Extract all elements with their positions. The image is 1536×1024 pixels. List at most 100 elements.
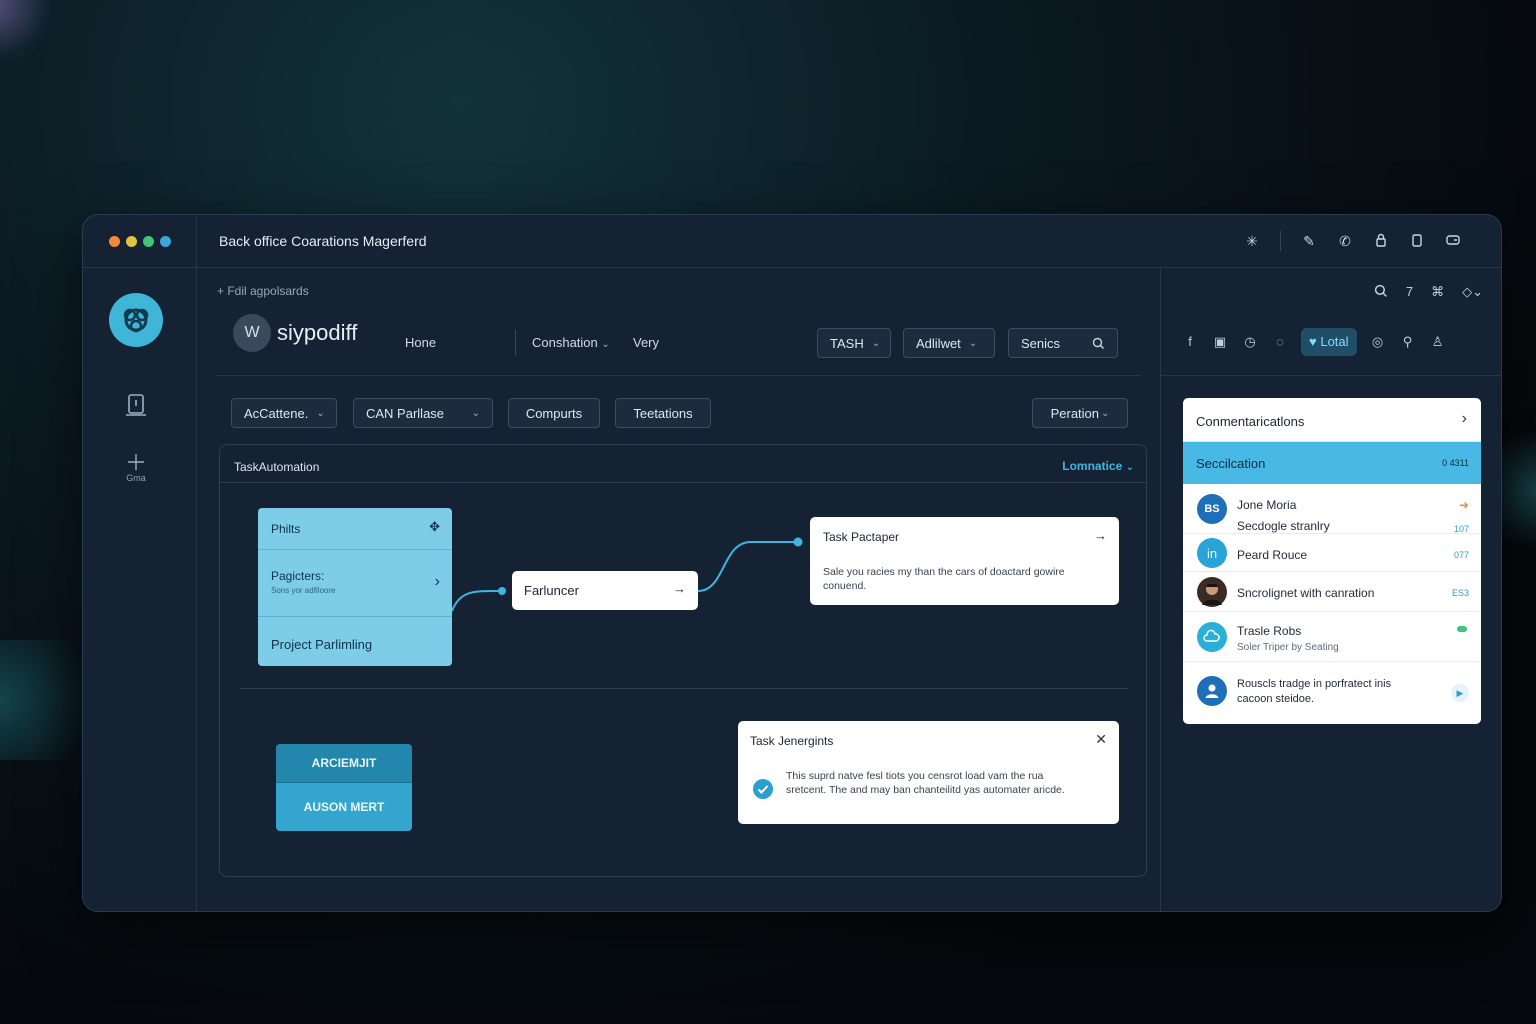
arrow-right-icon: → — [1094, 528, 1107, 543]
list-item[interactable]: Project Parlimling — [258, 617, 452, 666]
user-icon[interactable]: ♙ — [1429, 333, 1447, 351]
communications-card: Conmentaricatlons › Seccilcation 0 4311 … — [1183, 398, 1481, 724]
list-item[interactable]: Rouscls tradge in porfratect inis cacoon… — [1183, 662, 1481, 724]
row-sub: Secdogle stranlry — [1237, 519, 1330, 533]
filter-teetations[interactable]: Teetations — [615, 398, 711, 428]
asterisk-icon[interactable]: ✳ — [1244, 233, 1260, 249]
flow-node-list[interactable]: Philts ✥ Pagicters: Sons yor adfiloore ›… — [258, 508, 452, 666]
divider — [1280, 231, 1281, 251]
search-icon[interactable] — [1374, 284, 1388, 298]
chevron-right-icon: › — [1461, 410, 1467, 427]
avatar — [1197, 622, 1227, 652]
filter-label: Teetations — [633, 405, 693, 421]
chevron-down-icon: ⌄ — [316, 407, 325, 419]
filter-label: AcCattene. — [244, 405, 309, 421]
close-icon[interactable]: ✕ — [1095, 731, 1107, 748]
window-controls — [109, 236, 171, 247]
filter-label: CAN Parllase — [366, 405, 445, 421]
list-item[interactable]: Trasle Robs Soler Triper by Seating — [1183, 612, 1481, 662]
divider — [515, 330, 516, 356]
chevron-down-icon: ⌄ — [1101, 407, 1110, 419]
list-item[interactable]: Philts ✥ — [258, 508, 452, 550]
move-icon[interactable]: ✥ — [429, 519, 440, 535]
row-name: Jone Moria — [1237, 498, 1297, 512]
badge-icon[interactable] — [124, 392, 148, 424]
row-name: Sncrolignet with canration — [1237, 586, 1375, 600]
notice-card: Task Jenergints ✕ This suprd natve fesl … — [738, 721, 1119, 824]
card-header[interactable]: Conmentaricatlons › — [1183, 398, 1481, 442]
row-sub: Soler Triper by Seating — [1237, 642, 1339, 653]
link-icon[interactable] — [1445, 233, 1461, 249]
facebook-icon[interactable]: f — [1181, 333, 1199, 351]
filter-can-parllase[interactable]: CAN Parllase ⌄ — [353, 398, 493, 428]
tools-icon[interactable]: ✎ — [1301, 233, 1317, 249]
camera-icon[interactable]: ▣ — [1211, 333, 1229, 351]
window-dot[interactable] — [160, 236, 171, 247]
window-dot[interactable] — [143, 236, 154, 247]
filter-compurts[interactable]: Compurts — [508, 398, 600, 428]
tab-lotal[interactable]: ♥ Lotal — [1301, 328, 1357, 356]
filter-accattene[interactable]: AcCattene. ⌄ — [231, 398, 337, 428]
settings-icon[interactable]: ◇⌄ — [1462, 284, 1483, 300]
selected-meta: 0 4311 — [1442, 458, 1469, 468]
filter-peration[interactable]: Peration ⌄ — [1032, 398, 1128, 428]
app-window: Back office Coarations Magerferd ✳ ✎ ✆ G… — [82, 214, 1502, 912]
window-dot[interactable] — [109, 236, 120, 247]
count-label[interactable]: 7 — [1406, 284, 1413, 300]
chat-icon[interactable]: ◌ — [1271, 333, 1289, 351]
adlilwet-button[interactable]: Adlilwet ⌄ — [903, 328, 995, 358]
nav-item-conshation[interactable]: Conshation ⌄ — [532, 335, 610, 350]
chevron-right-icon: › — [434, 573, 440, 590]
auson-button[interactable]: AUSON MERT — [276, 782, 412, 831]
nav-item-very[interactable]: Very — [633, 335, 659, 350]
lock-icon[interactable] — [1373, 233, 1389, 249]
search-label: Senics — [1021, 335, 1061, 351]
flow-node-farluncer[interactable]: Farluncer → — [512, 571, 698, 610]
task-automation-panel: TaskAutomation Lomnatice ⌄ Philts ✥ Pagi… — [219, 444, 1147, 877]
right-sidebar: 7 ⌘ ◇⌄ f ▣ ◷ ◌ ♥ Lotal ◎ ⚲ ♙ Conmentaric… — [1160, 268, 1501, 911]
node-body: Sale you racies my than the cars of doac… — [823, 566, 1065, 592]
clipboard-icon[interactable] — [1409, 233, 1425, 249]
social-toolbar: f ▣ ◷ ◌ ♥ Lotal ◎ ⚲ ♙ — [1181, 328, 1447, 356]
row-meta: 077 — [1453, 550, 1469, 560]
node-header: Philts — [271, 522, 301, 536]
arc-button[interactable]: ARCIEMJIT — [276, 744, 412, 782]
automation-card[interactable]: ARCIEMJIT AUSON MERT — [276, 744, 412, 831]
cloud-icon — [1203, 629, 1220, 642]
filter-label: Compurts — [525, 405, 583, 421]
window-title: Back office Coarations Magerferd — [219, 233, 427, 249]
tab-label: Lotal — [1320, 334, 1349, 349]
card-title: Conmentaricatlons — [1196, 414, 1305, 429]
list-item[interactable]: in Peard Rouce 077 — [1183, 534, 1481, 572]
phone-icon[interactable]: ✆ — [1337, 233, 1353, 249]
divider — [215, 375, 1141, 376]
title-bar: Back office Coarations Magerferd ✳ ✎ ✆ — [83, 215, 1501, 268]
grid-icon[interactable]: ⌘ — [1431, 284, 1444, 300]
search-icon[interactable]: ⚲ — [1399, 333, 1417, 351]
chevron-down-icon: ⌄ — [968, 337, 978, 349]
window-dot[interactable] — [126, 236, 137, 247]
breadcrumb[interactable]: + Fdil agpolsards — [217, 284, 309, 298]
button-label: TASH — [830, 335, 864, 351]
arrow-right-icon: → — [673, 581, 686, 596]
play-icon[interactable]: ▶ — [1451, 684, 1469, 702]
check-circle-icon — [753, 779, 773, 799]
divider — [240, 688, 1128, 689]
node-item-title: Project Parlimling — [271, 637, 373, 652]
tash-button[interactable]: TASH ⌄ — [817, 328, 891, 358]
flow-node-task-pactaper[interactable]: Task Pactaper → Sale you racies my than … — [810, 517, 1119, 605]
row-sub: cacoon steidoe. — [1237, 693, 1315, 705]
globe-icon[interactable]: ◎ — [1369, 333, 1387, 351]
person-photo-icon — [1202, 583, 1222, 605]
selected-label: Seccilcation — [1196, 456, 1266, 471]
search-input[interactable]: Senics — [1008, 328, 1118, 358]
list-item[interactable]: Sncrolignet with canration ES3 — [1183, 572, 1481, 612]
logo-icon[interactable] — [109, 293, 163, 347]
nav-item-home[interactable]: Hone — [405, 335, 436, 350]
list-item[interactable]: Pagicters: Sons yor adfiloore › — [258, 550, 452, 617]
selected-row[interactable]: Seccilcation 0 4311 — [1183, 442, 1481, 484]
clock-icon[interactable]: ◷ — [1241, 333, 1259, 351]
brand-name: siypodiff — [277, 320, 358, 345]
list-item[interactable]: BS Jone Moria Secdogle stranlry ➜ 107 — [1183, 484, 1481, 534]
chevron-down-icon: ⌄ — [471, 407, 480, 419]
